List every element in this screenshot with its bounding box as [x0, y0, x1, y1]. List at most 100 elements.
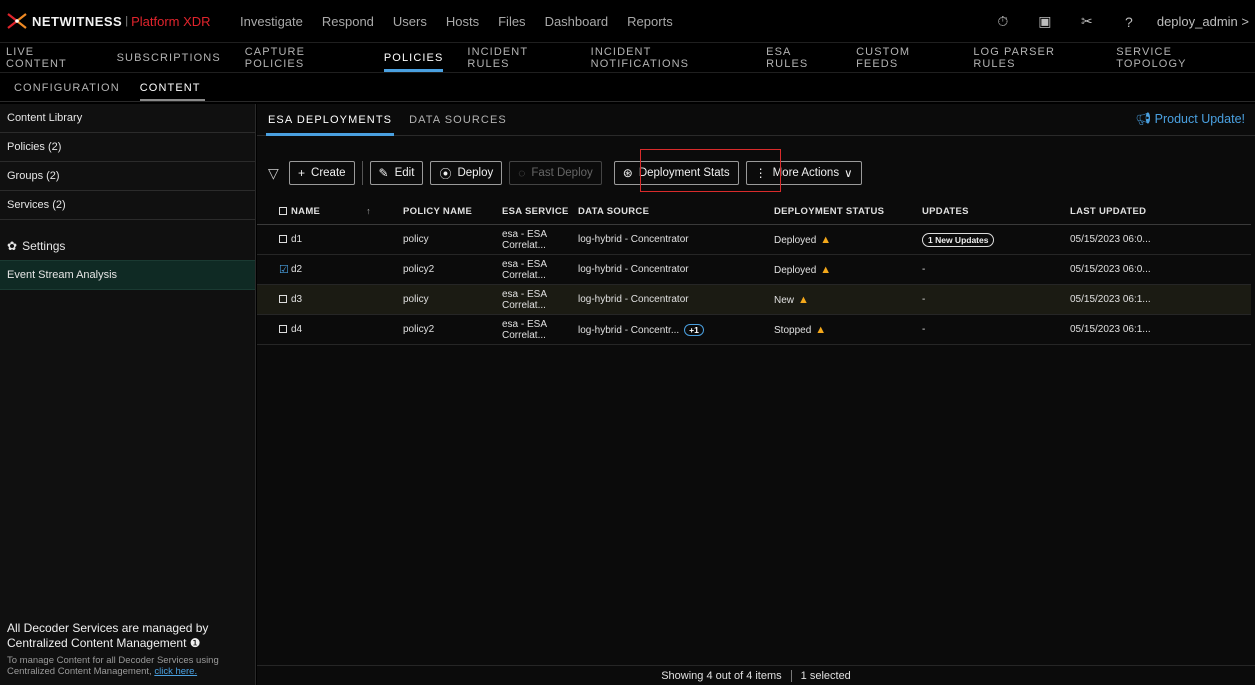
tab-incident-notifications[interactable]: INCIDENT NOTIFICATIONS	[591, 46, 742, 70]
admin-panel-icon[interactable]: ▣	[1037, 13, 1053, 30]
deployment-stats-highlight	[640, 149, 781, 192]
edit-label: Edit	[394, 167, 415, 179]
sidebar-item-event-stream-analysis[interactable]: Event Stream Analysis	[0, 260, 255, 290]
main-content: ESA DEPLOYMENTS DATA SOURCES 📢︎ Product …	[257, 104, 1255, 685]
tab-incident-rules[interactable]: INCIDENT RULES	[467, 46, 566, 70]
stats-icon: ⊛	[622, 166, 633, 180]
sidebar-item-services[interactable]: Services (2)	[0, 191, 255, 220]
cell-source: log-hybrid - Concentrator	[578, 264, 689, 275]
header-policy-name[interactable]: POLICY NAME	[381, 206, 481, 217]
tab-data-sources[interactable]: DATA SOURCES	[409, 114, 507, 126]
edit-button[interactable]: ✎ Edit	[369, 161, 424, 185]
user-menu[interactable]: deploy_admin >	[1157, 14, 1249, 29]
top-nav-investigate[interactable]: Investigate	[240, 14, 303, 29]
tab-esa-rules[interactable]: ESA RULES	[766, 46, 832, 70]
warning-icon[interactable]: ▲	[820, 264, 831, 276]
top-nav-hosts[interactable]: Hosts	[446, 14, 479, 29]
warning-icon[interactable]: ▲	[798, 294, 809, 306]
table-header: NAME ↑ POLICY NAME ESA SERVICE DATA SOURC…	[257, 199, 1251, 225]
brand-logo[interactable]: NETWITNESS | Platform XDR	[0, 12, 240, 30]
sort-asc-icon[interactable]: ↑	[366, 206, 371, 216]
header-last-updated[interactable]: LAST UPDATED	[1070, 206, 1230, 217]
top-bar: NETWITNESS | Platform XDR Investigate Re…	[0, 0, 1255, 43]
filter-icon[interactable]: ▽	[268, 165, 282, 182]
top-nav-users[interactable]: Users	[393, 14, 427, 29]
cell-status: Deployed ▲	[774, 233, 832, 246]
warning-icon[interactable]: ▲	[815, 324, 826, 336]
deploy-icon: ⦿	[439, 166, 452, 181]
tab-service-topology[interactable]: SERVICE TOPOLOGY	[1116, 46, 1237, 70]
pencil-icon: ✎	[378, 166, 389, 180]
selected-count: 1 selected	[800, 669, 851, 682]
cell-name: d2	[291, 264, 303, 275]
table-row[interactable]: d4 policy2 esa - ESA Correlat... log-hyb…	[257, 315, 1251, 345]
cell-esa: esa - ESA Correlat...	[502, 318, 547, 341]
create-button[interactable]: + Create	[289, 161, 355, 185]
brand-separator: |	[125, 15, 129, 27]
product-update-link[interactable]: 📢︎ Product Update!	[1135, 112, 1245, 127]
items-count: Showing 4 out of 4 items	[661, 669, 782, 682]
megaphone-icon: 📢︎	[1135, 112, 1152, 126]
cell-esa: esa - ESA Correlat...	[502, 288, 547, 311]
cell-source: log-hybrid - Concentr... +1	[578, 323, 774, 336]
cell-updates: -	[922, 264, 926, 275]
netwitness-logo-icon	[6, 12, 28, 30]
ccm-notice: All Decoder Services are managed by Cent…	[7, 621, 247, 677]
footer-divider	[790, 669, 792, 682]
timer-icon[interactable]: ⏱	[995, 13, 1011, 30]
table-footer: Showing 4 out of 4 items 1 selected	[257, 665, 1255, 685]
sidebar-item-groups[interactable]: Groups (2)	[0, 162, 255, 191]
tab-capture-policies[interactable]: CAPTURE POLICIES	[245, 46, 360, 70]
tools-icon[interactable]: ✂	[1079, 13, 1095, 30]
cell-last-updated: 05/15/2023 06:1...	[1070, 294, 1151, 305]
header-deployment-status[interactable]: DEPLOYMENT STATUS	[774, 206, 922, 217]
header-esa-service[interactable]: ESA SERVICE	[481, 206, 578, 217]
sidebar-item-content-library[interactable]: Content Library	[0, 104, 255, 133]
tab-log-parser-rules[interactable]: LOG PARSER RULES	[973, 46, 1092, 70]
fast-deploy-button[interactable]: ◌ Fast Deploy	[509, 161, 602, 185]
ccm-notice-title: All Decoder Services are managed by Cent…	[7, 621, 209, 650]
new-updates-badge[interactable]: 1 New Updates	[922, 232, 995, 247]
header-updates[interactable]: UPDATES	[922, 206, 1070, 217]
top-nav-reports[interactable]: Reports	[627, 14, 673, 29]
brand-name: NETWITNESS	[32, 13, 123, 29]
table-row[interactable]: d1 policy esa - ESA Correlat... log-hybr…	[257, 225, 1251, 255]
brand-product: Platform XDR	[131, 13, 211, 29]
create-label: Create	[311, 167, 346, 179]
top-nav-dashboard[interactable]: Dashboard	[545, 14, 609, 29]
table-row[interactable]: d3 policy esa - ESA Correlat... log-hybr…	[257, 285, 1251, 315]
cell-last-updated: 05/15/2023 06:0...	[1070, 234, 1151, 245]
content-tabs: ESA DEPLOYMENTS DATA SOURCES	[257, 104, 1255, 136]
tab-configuration[interactable]: CONFIGURATION	[14, 82, 120, 94]
top-nav-files[interactable]: Files	[498, 14, 525, 29]
sidebar: Content Library Policies (2) Groups (2) …	[0, 104, 256, 685]
main-nav: LIVE CONTENT SUBSCRIPTIONS CAPTURE POLIC…	[0, 43, 1255, 73]
fast-deploy-label: Fast Deploy	[531, 167, 593, 179]
tab-content[interactable]: CONTENT	[139, 82, 205, 101]
warning-icon[interactable]: ▲	[820, 234, 831, 246]
tab-subscriptions[interactable]: SUBSCRIPTIONS	[117, 52, 221, 64]
more-sources-badge[interactable]: +1	[684, 323, 704, 336]
cell-name: d3	[291, 294, 303, 305]
cell-policy: policy	[403, 234, 429, 245]
tab-esa-deployments[interactable]: ESA DEPLOYMENTS	[265, 114, 395, 136]
plus-icon: +	[298, 166, 306, 180]
cell-last-updated: 05/15/2023 06:0...	[1070, 264, 1151, 275]
deploy-button[interactable]: ⦿ Deploy	[430, 161, 503, 185]
cell-name: d1	[291, 234, 303, 245]
table-row[interactable]: ☑ d2 policy2 esa - ESA Correlat... log-h…	[257, 255, 1251, 285]
tab-policies[interactable]: POLICIES	[383, 52, 444, 72]
sidebar-item-policies[interactable]: Policies (2)	[0, 133, 255, 162]
info-icon: ❶	[189, 636, 201, 650]
ccm-click-here-link[interactable]: click here.	[154, 666, 197, 677]
cell-last-updated: 05/15/2023 06:1...	[1070, 324, 1151, 335]
cell-source: log-hybrid - Concentrator	[578, 234, 689, 245]
cell-status: Stopped ▲	[774, 323, 827, 336]
tab-live-content[interactable]: LIVE CONTENT	[6, 46, 93, 70]
header-data-source[interactable]: DATA SOURCE	[578, 206, 774, 217]
top-nav-respond[interactable]: Respond	[322, 14, 374, 29]
sidebar-settings-header: ✿ Settings	[0, 220, 255, 260]
help-icon[interactable]: ?	[1121, 14, 1137, 30]
header-name[interactable]: NAME ↑	[285, 206, 381, 217]
tab-custom-feeds[interactable]: CUSTOM FEEDS	[856, 46, 949, 70]
